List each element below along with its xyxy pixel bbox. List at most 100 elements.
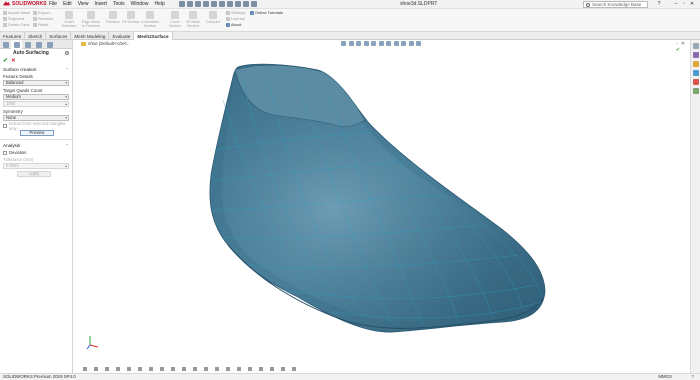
options-icon[interactable]	[250, 1, 257, 7]
automated-surface-label: Automated Surface	[141, 20, 159, 28]
symmetry-dropdown[interactable]: None ▾	[3, 115, 69, 121]
extra-tab-icon[interactable]	[270, 367, 274, 371]
print-icon[interactable]	[210, 1, 217, 7]
tolerance-field[interactable]: 0.5mm ▴	[3, 163, 69, 169]
online-tutorials-button[interactable]: Online Tutorials	[250, 10, 283, 16]
file-properties-icon[interactable]	[242, 1, 249, 7]
extra-tab-icon[interactable]	[292, 367, 296, 371]
nav-next-icon[interactable]	[105, 367, 109, 371]
apply-button[interactable]: Apply	[17, 171, 51, 177]
graphics-area[interactable]: shoe (Default<<Def... ▫ ✕ ✔	[73, 40, 690, 373]
feature-manager-tab[interactable]	[0, 40, 11, 49]
extra-tab-icon[interactable]	[281, 367, 285, 371]
menu-help[interactable]: Help	[154, 1, 164, 7]
shoe-mesh-model[interactable]	[73, 40, 690, 373]
extra-tab-icon[interactable]	[259, 367, 263, 371]
extra-tab-icon[interactable]	[193, 367, 197, 371]
motion-study-tab-icon[interactable]	[149, 367, 153, 371]
extract-selected-checkbox[interactable]: Extract from selected triangles only	[0, 121, 72, 131]
extra-tab-icon[interactable]	[182, 367, 186, 371]
tab-features[interactable]: Features	[0, 32, 26, 40]
menu-insert[interactable]: Insert	[94, 1, 107, 7]
search-input[interactable]: Search Knowledge Base	[583, 1, 648, 8]
curve-section-button[interactable]: Curve Section	[166, 11, 184, 28]
extra-tab-icon[interactable]	[171, 367, 175, 371]
units-selector[interactable]: MMGS	[658, 374, 672, 380]
view-tabs	[73, 365, 690, 373]
file-explorer-icon[interactable]	[692, 61, 699, 67]
minimize-icon[interactable]: –	[672, 1, 680, 7]
smart-selection-button[interactable]: Smart Selection	[60, 11, 78, 28]
open-icon[interactable]	[194, 1, 201, 7]
dimxpert-tab[interactable]	[33, 40, 44, 49]
settings-button[interactable]: Settings	[226, 10, 245, 16]
property-manager-tab[interactable]	[11, 40, 22, 49]
tab-mesh-modeling[interactable]: Mesh Modeling	[71, 32, 110, 40]
new-icon[interactable]	[186, 1, 193, 7]
import-mesh-button[interactable]: Import Mesh	[3, 10, 30, 16]
chevron-up-icon[interactable]: ⌃	[66, 67, 69, 72]
status-help-icon[interactable]: ?	[692, 374, 694, 380]
cancel-x-icon[interactable]: ✕	[11, 58, 16, 64]
tab-sketch[interactable]: Sketch	[25, 32, 47, 40]
rebuild-icon[interactable]	[234, 1, 241, 7]
about-button[interactable]: About	[226, 22, 241, 28]
compare-button[interactable]: Compare	[204, 11, 222, 24]
view-tab-icon[interactable]	[160, 367, 164, 371]
appearances-icon[interactable]	[692, 79, 699, 85]
automated-surface-button[interactable]: Automated Surface	[140, 11, 160, 28]
reset-button[interactable]: Reset	[33, 22, 48, 28]
model-tab-icon[interactable]	[127, 367, 131, 371]
save-icon[interactable]	[202, 1, 209, 7]
feature-details-dropdown[interactable]: Balanced ▾	[3, 80, 69, 86]
tab-mesh2surface[interactable]: Mesh2Surface	[134, 32, 173, 40]
surface-creation-header[interactable]: Surface creation ⌃	[0, 67, 72, 72]
custom-properties-icon[interactable]	[692, 88, 699, 94]
menu-view[interactable]: View	[78, 1, 89, 7]
menu-edit[interactable]: Edit	[63, 1, 72, 7]
extra-tab-icon[interactable]	[237, 367, 241, 371]
3d-view-tab-icon[interactable]	[138, 367, 142, 371]
tab-surfaces[interactable]: Surfaces	[46, 32, 72, 40]
segment-button[interactable]: Segment	[3, 16, 24, 22]
export-button[interactable]: Export...	[33, 10, 53, 16]
view-palette-icon[interactable]	[692, 70, 699, 76]
extra-tab-icon[interactable]	[226, 367, 230, 371]
home-icon[interactable]	[178, 1, 185, 7]
extra-tab-icon[interactable]	[204, 367, 208, 371]
nav-first-icon[interactable]	[83, 367, 87, 371]
select-icon[interactable]	[226, 1, 233, 7]
ok-checkmark-icon[interactable]: ✔	[3, 57, 8, 64]
menu-window[interactable]: Window	[131, 1, 149, 7]
delete-face-button[interactable]: Delete Face	[3, 22, 30, 28]
target-quads-dropdown[interactable]: Medium ▾	[3, 94, 69, 100]
design-library-icon[interactable]	[692, 52, 699, 58]
tab-evaluate[interactable]: Evaluate	[109, 32, 135, 40]
solidworks-logo[interactable]: SOLIDWORKS	[3, 1, 49, 7]
undo-icon[interactable]	[218, 1, 225, 7]
freeform-button[interactable]: Freeform	[104, 11, 122, 24]
mesh-section-button[interactable]: 3D Mesh Section	[184, 11, 202, 28]
remesh-button[interactable]: Remesh	[33, 16, 53, 22]
preview-button[interactable]: Preview	[20, 130, 54, 136]
menu-file[interactable]: File	[49, 1, 57, 7]
fit-surface-button[interactable]: Fit Surface	[122, 11, 140, 24]
deviation-checkbox[interactable]: Deviation	[0, 150, 72, 155]
configuration-manager-tab[interactable]	[22, 40, 33, 49]
nav-last-icon[interactable]	[116, 367, 120, 371]
analysis-header[interactable]: Analysis ⌃	[0, 143, 72, 148]
extra-tab-icon[interactable]	[215, 367, 219, 371]
help-icon[interactable]: ?	[65, 51, 69, 55]
close-icon[interactable]: ✕	[688, 1, 696, 7]
solidworks-resources-icon[interactable]	[692, 43, 699, 49]
target-quads-number-field[interactable]: 1000 ▴	[3, 101, 69, 107]
display-manager-tab[interactable]	[44, 40, 55, 49]
help-icon[interactable]: ?	[655, 1, 663, 7]
nav-prev-icon[interactable]	[94, 367, 98, 371]
restore-icon[interactable]: ▫	[680, 1, 688, 7]
menu-tools[interactable]: Tools	[113, 1, 125, 7]
extra-tab-icon[interactable]	[248, 367, 252, 371]
license-button[interactable]: License	[226, 16, 245, 22]
chevron-up-icon[interactable]: ⌃	[66, 143, 69, 148]
edge-mesh-button[interactable]: Edge Mesh to Freeform	[80, 11, 102, 28]
